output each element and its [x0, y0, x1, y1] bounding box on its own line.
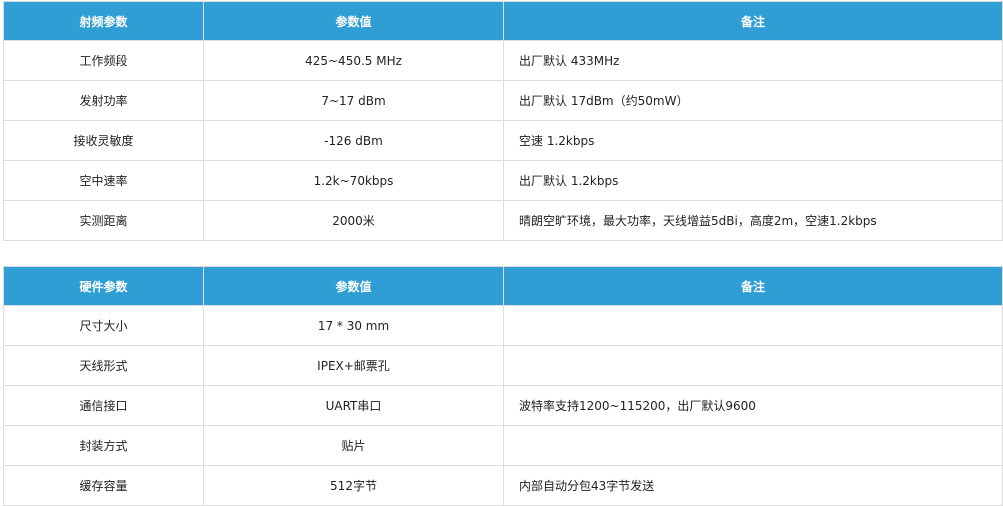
- header-note: 备注: [503, 266, 1003, 306]
- param-value: -126 dBm: [203, 120, 504, 161]
- param-name: 天线形式: [3, 345, 204, 386]
- table-row: 尺寸大小 17 * 30 mm: [3, 305, 1003, 346]
- table-row: 空中速率 1.2k~70kbps 出厂默认 1.2kbps: [3, 160, 1003, 201]
- table-header-row: 硬件参数 参数值 备注: [3, 266, 1003, 306]
- param-note: 波特率支持1200~115200，出厂默认9600: [503, 385, 1003, 426]
- param-name: 发射功率: [3, 80, 204, 121]
- param-note: 空速 1.2kbps: [503, 120, 1003, 161]
- param-value: IPEX+邮票孔: [203, 345, 504, 386]
- rf-parameters-table: 射频参数 参数值 备注 工作频段 425~450.5 MHz 出厂默认 433M…: [3, 1, 1003, 241]
- param-name: 封装方式: [3, 425, 204, 466]
- param-name: 通信接口: [3, 385, 204, 426]
- table-row: 缓存容量 512字节 内部自动分包43字节发送: [3, 465, 1003, 506]
- header-hw-param: 硬件参数: [3, 266, 204, 306]
- table-row: 实测距离 2000米 晴朗空旷环境，最大功率，天线增益5dBi，高度2m，空速1…: [3, 200, 1003, 241]
- table-row: 接收灵敏度 -126 dBm 空速 1.2kbps: [3, 120, 1003, 161]
- param-name: 缓存容量: [3, 465, 204, 506]
- table-row: 发射功率 7~17 dBm 出厂默认 17dBm（约50mW）: [3, 80, 1003, 121]
- table-row: 工作频段 425~450.5 MHz 出厂默认 433MHz: [3, 40, 1003, 81]
- table-row: 封装方式 贴片: [3, 425, 1003, 466]
- table-row: 天线形式 IPEX+邮票孔: [3, 345, 1003, 386]
- param-note: 出厂默认 17dBm（约50mW）: [503, 80, 1003, 121]
- param-note: 出厂默认 1.2kbps: [503, 160, 1003, 201]
- param-value: UART串口: [203, 385, 504, 426]
- param-value: 425~450.5 MHz: [203, 40, 504, 81]
- header-value: 参数值: [203, 1, 504, 41]
- table-header-row: 射频参数 参数值 备注: [3, 1, 1003, 41]
- table-row: 通信接口 UART串口 波特率支持1200~115200，出厂默认9600: [3, 385, 1003, 426]
- param-note: 出厂默认 433MHz: [503, 40, 1003, 81]
- param-note: [503, 425, 1003, 466]
- param-name: 工作频段: [3, 40, 204, 81]
- hardware-parameters-table: 硬件参数 参数值 备注 尺寸大小 17 * 30 mm 天线形式 IPEX+邮票…: [3, 266, 1003, 506]
- param-value: 17 * 30 mm: [203, 305, 504, 346]
- param-name: 空中速率: [3, 160, 204, 201]
- param-note: 内部自动分包43字节发送: [503, 465, 1003, 506]
- param-value: 2000米: [203, 200, 504, 241]
- param-name: 实测距离: [3, 200, 204, 241]
- param-value: 512字节: [203, 465, 504, 506]
- param-name: 接收灵敏度: [3, 120, 204, 161]
- param-note: 晴朗空旷环境，最大功率，天线增益5dBi，高度2m，空速1.2kbps: [503, 200, 1003, 241]
- param-name: 尺寸大小: [3, 305, 204, 346]
- param-value: 7~17 dBm: [203, 80, 504, 121]
- param-note: [503, 305, 1003, 346]
- param-value: 1.2k~70kbps: [203, 160, 504, 201]
- header-rf-param: 射频参数: [3, 1, 204, 41]
- header-value: 参数值: [203, 266, 504, 306]
- header-note: 备注: [503, 1, 1003, 41]
- param-value: 贴片: [203, 425, 504, 466]
- param-note: [503, 345, 1003, 386]
